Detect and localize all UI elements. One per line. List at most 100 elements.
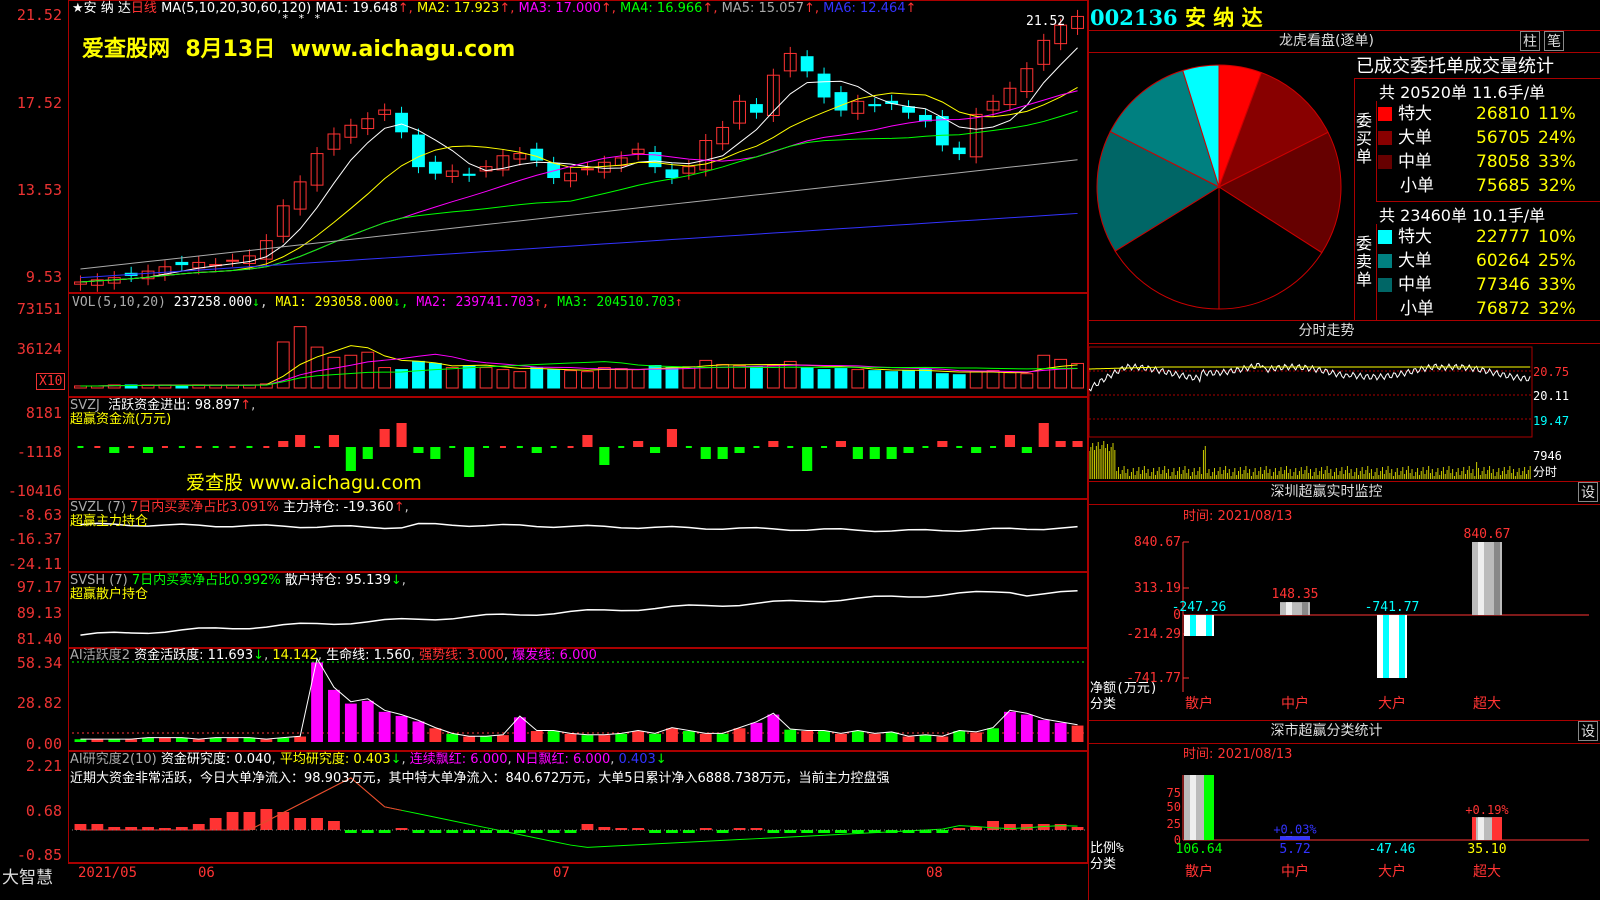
class-bar [1280, 836, 1310, 840]
main-chart-header: ★安 纳 达日线 MA(5,10,20,30,60,120) MA1: 19.6… [72, 1, 916, 16]
svzj-arrow: ↑ [240, 398, 252, 413]
order-percent: 33% [1538, 275, 1576, 295]
activity-bar [868, 733, 881, 742]
volume-bar [428, 362, 442, 389]
volume-bar [986, 370, 1000, 389]
ai-active-desc5: 爆发线: [512, 648, 556, 663]
ai-research-y-tick-2: 0.68 [25, 802, 62, 820]
order-percent: 32% [1538, 299, 1576, 319]
volume-bar [766, 365, 780, 389]
volume-bar [361, 351, 375, 389]
fund-flow-bar [328, 435, 340, 447]
volume-bar [1037, 354, 1051, 389]
monitor-y-tick: -214.29 [1126, 627, 1181, 642]
sell-header: 共 23460单 10.1手/单 [1379, 206, 1546, 225]
research-bar [953, 828, 966, 830]
order-row: 中单 77346 33% [1378, 273, 1598, 297]
monitor-bar-label: 840.67 [1464, 527, 1511, 542]
research-bar [463, 830, 476, 833]
star-mark: ★ [72, 1, 84, 16]
research-bar [716, 830, 729, 833]
order-volume: 75685 [1476, 176, 1531, 196]
activity-bar [91, 739, 104, 742]
research-bar [344, 830, 357, 833]
class-category: 中户 [1281, 863, 1309, 880]
volume-bar [902, 370, 915, 389]
fund-flow-bar [1004, 435, 1016, 447]
class-bar-stripe [1472, 817, 1476, 840]
ma-item: MA6: 12.464 [819, 1, 906, 16]
research-bar [311, 818, 323, 830]
monitor-settings-button[interactable]: 设 [1578, 482, 1598, 502]
order-percent: 33% [1538, 152, 1576, 172]
volume-bar [530, 367, 544, 389]
order-volume: 76872 [1476, 299, 1531, 319]
ma-line [80, 212, 1078, 279]
ma-arrow: ↑ [905, 1, 917, 16]
volume-bar [564, 370, 577, 389]
research-bar [243, 812, 256, 830]
svzl-value: -19.360 [343, 500, 394, 515]
research-bar [361, 830, 374, 833]
fund-flow-bar [396, 423, 407, 447]
ai-research-desc: 资金研究度: [160, 752, 231, 767]
ai-research-header: AI研究度2(10) 资金研究度: 0.040, 平均研究度: 0.403↓, … [70, 752, 667, 767]
research-bar [615, 828, 628, 830]
volume-bar [682, 366, 696, 389]
vol-y-tick-2: 36124 [16, 340, 62, 358]
candle-body [412, 134, 425, 168]
activity-bar [818, 731, 830, 742]
activity-bar [1004, 711, 1016, 742]
ma-line [80, 159, 1078, 270]
candle-body [462, 173, 476, 176]
watermark-mid: 爱查股 www.aichagu.com [186, 472, 422, 494]
research-bar [395, 828, 408, 830]
ma-arrow: ↑, [702, 1, 718, 16]
volume-bar [462, 365, 476, 389]
main-y-tick-1: 21.52 [16, 6, 62, 24]
activity-bar [615, 733, 628, 742]
volume-bar [378, 367, 392, 389]
tick-mode-button[interactable]: 笔 [1544, 31, 1564, 51]
volume-bar [834, 368, 848, 389]
intraday-chart[interactable] [1089, 343, 1534, 481]
order-size-label: 中单 [1398, 275, 1432, 295]
svsh-y-tick-2: 89.13 [16, 604, 62, 622]
activity-bar [74, 739, 87, 742]
svzj-value: 98.897 [194, 398, 241, 413]
volume-bar [175, 385, 189, 389]
svsh-value: 95.139 [345, 573, 391, 588]
date-label-2: 06 [198, 865, 215, 881]
ai-research-v2: 0.403 [353, 752, 391, 767]
candle-body [175, 261, 189, 266]
period-label[interactable]: 日线 [131, 1, 157, 16]
candle-body [395, 112, 408, 133]
volume-bar [614, 368, 628, 389]
activity-bar [463, 736, 476, 742]
class-value-label: 35.10 [1467, 842, 1506, 857]
research-bar [767, 830, 780, 833]
vol-unit: X10 [36, 373, 66, 390]
legend-swatch [1378, 278, 1392, 292]
ai-active-y-tick-2: 28.82 [16, 694, 62, 712]
svzl-y-tick-2: -16.37 [7, 530, 62, 548]
monitor-bar-大户 [1377, 615, 1407, 678]
volume-bar [716, 363, 730, 389]
fund-flow-bar [464, 447, 475, 477]
fund-flow-bar [142, 447, 154, 453]
bar-mode-button[interactable]: 柱 [1520, 31, 1540, 51]
monitor-bar-stripe [1302, 602, 1308, 615]
candle-body [581, 168, 594, 171]
class-settings-button[interactable]: 设 [1578, 721, 1598, 741]
class-bar-stripe [1190, 775, 1196, 840]
activity-bar [378, 711, 391, 742]
class-value-label: 106.64 [1176, 842, 1223, 857]
intraday-title: 分时走势 [1298, 323, 1355, 339]
ma-item: MA3: 204510.703 [549, 295, 675, 310]
fund-flow-bar [633, 441, 644, 447]
longhu-title: 龙虎看盘(逐单) [1279, 33, 1374, 49]
ai-active-desc: 资金活跃度: [134, 648, 204, 663]
volume-bar [310, 346, 324, 389]
activity-bar [294, 736, 307, 742]
legend-swatch [1378, 178, 1394, 194]
